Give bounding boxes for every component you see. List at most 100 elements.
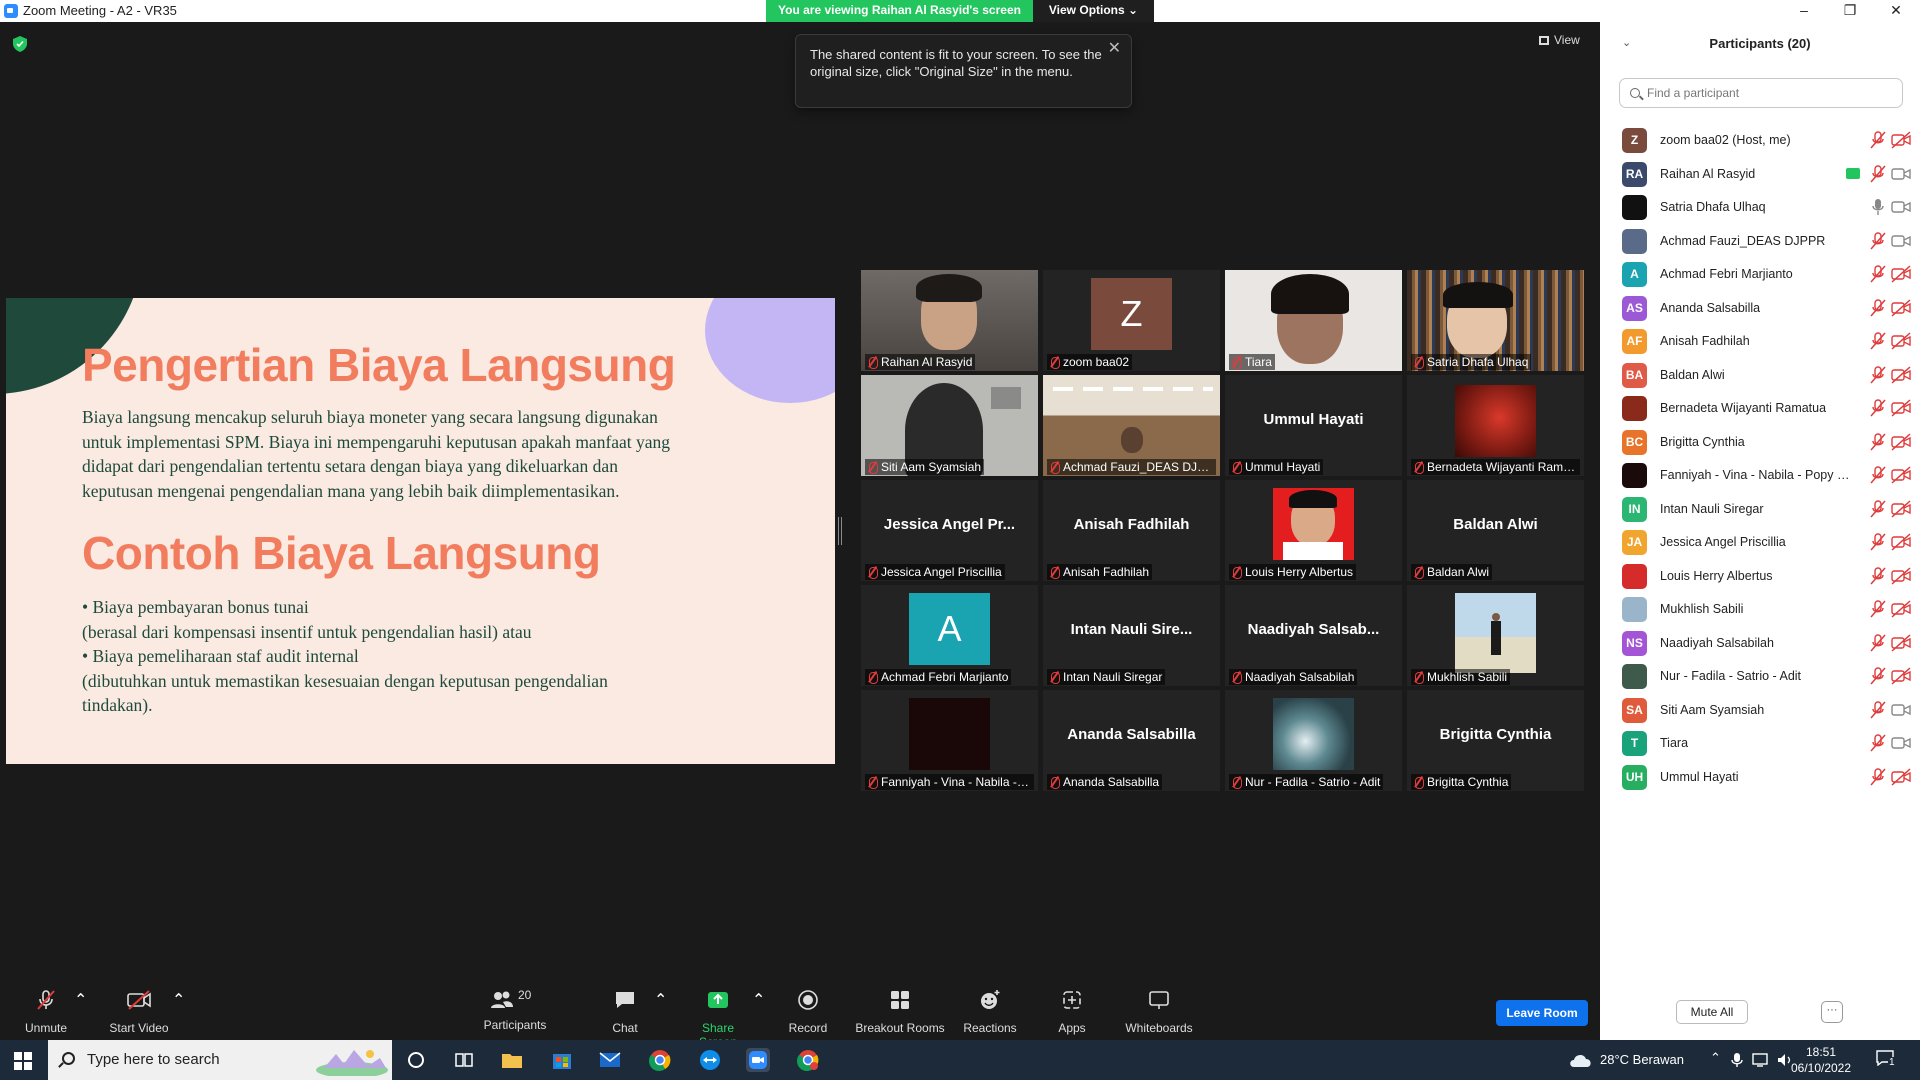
muted-mic-icon[interactable] (1870, 265, 1886, 283)
video-tile[interactable]: Baldan Alwi Baldan Alwi (1407, 480, 1584, 581)
view-options-button[interactable]: View Options ⌄ (1033, 0, 1154, 22)
muted-mic-icon[interactable] (1870, 231, 1886, 250)
video-off-icon[interactable] (1891, 633, 1911, 652)
mic-icon[interactable] (1870, 198, 1886, 216)
video-tile[interactable]: Intan Nauli Sire... Intan Nauli Siregar (1043, 585, 1220, 686)
mail-icon[interactable] (598, 1048, 622, 1072)
taskbar-clock[interactable]: 18:51 06/10/2022 (1786, 1044, 1856, 1076)
taskbar-search-box[interactable]: Type here to search (48, 1040, 392, 1080)
video-options-caret[interactable]: ⌃ (172, 990, 185, 1010)
windows-start-icon[interactable] (14, 1052, 32, 1070)
weather-text[interactable]: 28°C Berawan (1600, 1052, 1684, 1067)
video-off-icon[interactable] (1891, 667, 1911, 685)
more-options-button[interactable]: ··· (1821, 1001, 1843, 1023)
muted-mic-icon[interactable] (1870, 466, 1886, 484)
muted-mic-icon[interactable] (1870, 131, 1886, 149)
leave-room-button[interactable]: Leave Room (1496, 1000, 1588, 1026)
muted-mic-icon[interactable] (1870, 332, 1886, 350)
video-off-icon[interactable] (1891, 566, 1911, 585)
video-on-icon[interactable] (1891, 232, 1911, 250)
muted-mic-icon[interactable] (1870, 633, 1886, 652)
video-tile[interactable]: Nur - Fadila - Satrio - Adit (1225, 690, 1402, 791)
chrome-icon[interactable] (648, 1048, 672, 1072)
chat-options-caret[interactable]: ⌃ (654, 990, 667, 1010)
notifications-button[interactable]: 1 (1876, 1050, 1898, 1070)
splitter-handle[interactable] (838, 517, 842, 545)
video-off-icon[interactable] (1891, 332, 1911, 350)
muted-mic-icon[interactable] (1870, 298, 1886, 317)
muted-mic-icon[interactable] (1870, 365, 1886, 384)
participant-row[interactable]: UH Ummul Hayati (1600, 757, 1920, 798)
teamviewer-icon[interactable] (698, 1048, 722, 1072)
apps-button[interactable]: Apps (1054, 988, 1090, 1035)
view-button[interactable]: View (1539, 33, 1580, 47)
restore-button[interactable]: ❐ (1830, 0, 1870, 22)
task-view-icon[interactable] (452, 1048, 476, 1072)
video-tile[interactable]: Anisah Fadhilah Anisah Fadhilah (1043, 480, 1220, 581)
video-tile[interactable]: Naadiyah Salsab... Naadiyah Salsabilah (1225, 585, 1402, 686)
share-options-caret[interactable]: ⌃ (752, 990, 765, 1010)
video-tile[interactable]: Ananda Salsabilla Ananda Salsabilla (1043, 690, 1220, 791)
whiteboards-button[interactable]: Whiteboards (1124, 988, 1194, 1035)
video-tile[interactable]: Ummul Hayati Ummul Hayati (1225, 375, 1402, 476)
muted-mic-icon[interactable] (1870, 533, 1886, 551)
muted-mic-icon[interactable] (1870, 700, 1886, 719)
start-video-button[interactable]: Start Video (106, 988, 172, 1035)
muted-mic-icon[interactable] (1870, 667, 1886, 685)
video-off-icon[interactable] (1891, 767, 1911, 786)
video-off-icon[interactable] (1891, 499, 1911, 518)
microsoft-store-icon[interactable] (550, 1048, 574, 1072)
cortana-icon[interactable] (404, 1048, 428, 1072)
zoom-app-icon[interactable] (746, 1048, 770, 1072)
video-tile[interactable]: Mukhlish Sabili (1407, 585, 1584, 686)
file-explorer-icon[interactable] (500, 1048, 524, 1072)
participants-button[interactable]: 20 Participants (482, 988, 548, 1032)
chrome-profile-icon[interactable] (796, 1048, 820, 1072)
muted-mic-icon[interactable] (1870, 734, 1886, 752)
video-tile[interactable]: Brigitta Cynthia Brigitta Cynthia (1407, 690, 1584, 791)
mute-all-button[interactable]: Mute All (1676, 1000, 1748, 1024)
video-off-icon[interactable] (1891, 466, 1911, 484)
video-off-icon[interactable] (1891, 432, 1911, 451)
record-button[interactable]: Record (786, 988, 830, 1035)
video-off-icon[interactable] (1891, 298, 1911, 317)
video-off-icon[interactable] (1891, 399, 1911, 417)
muted-mic-icon[interactable] (1870, 164, 1886, 183)
video-tile[interactable]: Louis Herry Albertus (1225, 480, 1402, 581)
close-icon[interactable]: ✕ (1108, 40, 1121, 57)
minimize-button[interactable]: – (1784, 0, 1824, 22)
video-off-icon[interactable] (1891, 265, 1911, 283)
chevron-up-icon[interactable]: ⌃ (1710, 1050, 1721, 1066)
close-button[interactable]: ✕ (1876, 0, 1916, 22)
video-tile[interactable]: Bernadeta Wijayanti Ramatua (1407, 375, 1584, 476)
muted-mic-icon[interactable] (1870, 399, 1886, 417)
video-off-icon[interactable] (1891, 131, 1911, 149)
video-tile[interactable]: A Achmad Febri Marjianto (861, 585, 1038, 686)
video-tile[interactable]: Achmad Fauzi_DEAS DJPPR (1043, 375, 1220, 476)
participant-search-input[interactable]: Find a participant (1619, 78, 1903, 108)
video-tile[interactable]: Siti Aam Syamsiah (861, 375, 1038, 476)
network-icon[interactable] (1752, 1052, 1770, 1068)
video-tile[interactable]: Jessica Angel Pr... Jessica Angel Priscil… (861, 480, 1038, 581)
chat-button[interactable]: Chat (610, 988, 640, 1035)
video-off-icon[interactable] (1891, 600, 1911, 618)
unmute-button[interactable]: Unmute (20, 988, 72, 1035)
video-tile[interactable]: Zzoom baa02 (1043, 270, 1220, 371)
muted-mic-icon[interactable] (1870, 767, 1886, 786)
video-on-icon[interactable] (1891, 701, 1911, 719)
microphone-icon[interactable] (1730, 1052, 1744, 1068)
muted-mic-icon[interactable] (1870, 566, 1886, 585)
encryption-shield-icon[interactable] (13, 36, 27, 52)
video-tile[interactable]: Satria Dhafa Ulhaq (1407, 270, 1584, 371)
muted-mic-icon[interactable] (1870, 600, 1886, 618)
video-tile[interactable]: Tiara (1225, 270, 1402, 371)
muted-mic-icon[interactable] (1870, 499, 1886, 518)
video-off-icon[interactable] (1891, 365, 1911, 384)
breakout-rooms-button[interactable]: Breakout Rooms (854, 988, 946, 1035)
video-off-icon[interactable] (1891, 533, 1911, 551)
muted-mic-icon[interactable] (1870, 432, 1886, 451)
video-tile[interactable]: Raihan Al Rasyid (861, 270, 1038, 371)
audio-options-caret[interactable]: ⌃ (74, 990, 87, 1010)
video-on-icon[interactable] (1891, 198, 1911, 216)
video-on-icon[interactable] (1891, 734, 1911, 752)
